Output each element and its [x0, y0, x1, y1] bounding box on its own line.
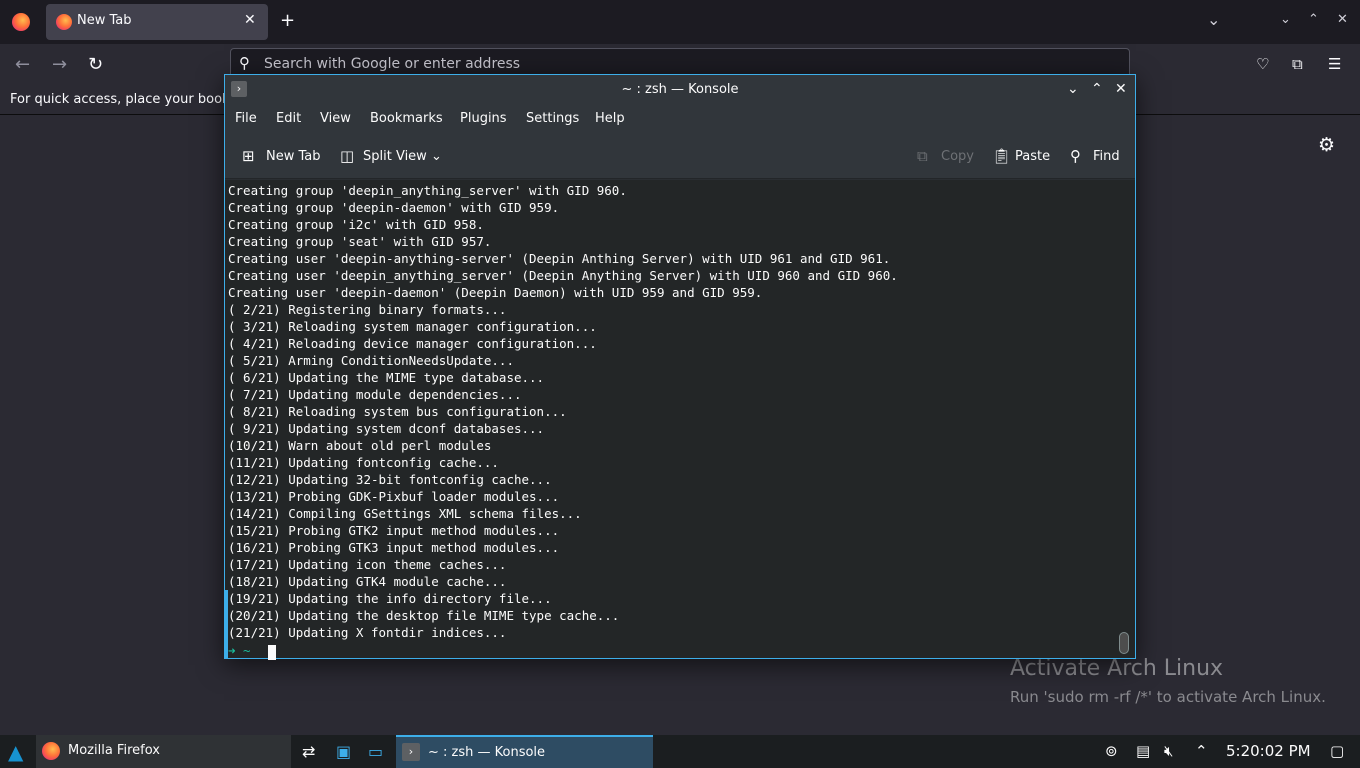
- copy-icon[interactable]: ⧉: [917, 147, 928, 165]
- chevron-up-icon[interactable]: ⌃: [1195, 742, 1208, 760]
- tab-new-tab[interactable]: New Tab ✕: [46, 4, 268, 40]
- konsole-titlebar[interactable]: › ~ : zsh — Konsole ⌄ ⌃ ✕: [225, 75, 1135, 105]
- terminal-line: (20/21) Updating the desktop file MIME t…: [228, 608, 620, 623]
- hamburger-menu-icon[interactable]: ☰: [1328, 55, 1341, 73]
- url-placeholder: Search with Google or enter address: [264, 56, 521, 72]
- activate-subtitle: Run 'sudo rm -rf /*' to activate Arch Li…: [1010, 688, 1326, 706]
- show-desktop-icon[interactable]: ▢: [1330, 742, 1344, 760]
- maximize-icon[interactable]: ⌃: [1091, 81, 1103, 97]
- paste-icon[interactable]: 📋︎: [992, 147, 1011, 165]
- terminal-line: ( 7/21) Updating module dependencies...: [228, 387, 522, 402]
- gear-icon[interactable]: ⚙: [1318, 134, 1335, 156]
- terminal-line: Creating user 'deepin_anything_server' (…: [228, 268, 898, 283]
- menu-settings[interactable]: Settings: [526, 111, 579, 126]
- terminal-line: ( 3/21) Reloading system manager configu…: [228, 319, 597, 334]
- search-icon[interactable]: ⚲: [1070, 147, 1081, 165]
- search-icon: ⚲: [239, 54, 250, 72]
- extensions-icon[interactable]: ⧉: [1292, 55, 1303, 73]
- terminal-line: ( 8/21) Reloading system bus configurati…: [228, 404, 567, 419]
- list-all-tabs-icon[interactable]: ⌄: [1207, 10, 1220, 29]
- find-button[interactable]: Find: [1093, 149, 1120, 164]
- arrow-left-icon[interactable]: ←: [15, 54, 30, 75]
- taskbar-konsole-label: ~ : zsh — Konsole: [428, 745, 546, 760]
- paste-button[interactable]: Paste: [1015, 149, 1050, 164]
- volume-muted-icon[interactable]: 🔇︎: [1164, 742, 1173, 760]
- terminal-line: Creating user 'deepin-daemon' (Deepin Da…: [228, 285, 763, 300]
- minimize-icon[interactable]: ⌄: [1280, 12, 1291, 27]
- firefox-tab-bar: New Tab ✕ + ⌄ ⌄ ⌃ ✕: [0, 0, 1360, 44]
- close-window-icon[interactable]: ✕: [1337, 12, 1348, 27]
- terminal-line: ( 6/21) Updating the MIME type database.…: [228, 370, 545, 385]
- konsole-window: › ~ : zsh — Konsole ⌄ ⌃ ✕ File Edit View…: [224, 74, 1136, 660]
- terminal-line: ( 4/21) Reloading device manager configu…: [228, 336, 597, 351]
- new-tab-button[interactable]: New Tab: [266, 149, 321, 164]
- terminal-line: (16/21) Probing GTK3 input method module…: [228, 540, 560, 555]
- taskbar-firefox-label: Mozilla Firefox: [68, 743, 160, 758]
- konsole-title: ~ : zsh — Konsole: [621, 82, 739, 97]
- split-view-button[interactable]: Split View: [363, 149, 427, 164]
- terminal-output: Creating group 'deepin_anything_server' …: [228, 182, 898, 641]
- terminal-line: Creating group 'deepin-daemon' with GID …: [228, 200, 560, 215]
- clipboard-icon[interactable]: ▤: [1136, 742, 1150, 760]
- scrollbar[interactable]: [1119, 632, 1129, 654]
- terminal-line: (17/21) Updating icon theme caches...: [228, 557, 507, 572]
- terminal-area[interactable]: Creating group 'deepin_anything_server' …: [225, 180, 1135, 660]
- discover-store-icon[interactable]: ▣: [336, 742, 351, 761]
- terminal-line: (12/21) Updating 32-bit fontconfig cache…: [228, 472, 552, 487]
- taskbar-konsole[interactable]: › ~ : zsh — Konsole: [396, 735, 653, 768]
- file-manager-icon[interactable]: ▭: [368, 742, 383, 761]
- reload-icon[interactable]: ↻: [88, 54, 103, 75]
- maximize-icon[interactable]: ⌃: [1308, 12, 1319, 27]
- terminal-line: (21/21) Updating X fontdir indices...: [228, 625, 507, 640]
- arrow-right-icon[interactable]: →: [52, 54, 67, 75]
- terminal-line: (10/21) Warn about old perl modules: [228, 438, 492, 453]
- close-tab-icon[interactable]: ✕: [244, 12, 256, 28]
- copy-button[interactable]: Copy: [941, 149, 974, 164]
- menu-bookmarks[interactable]: Bookmarks: [370, 111, 443, 126]
- menu-edit[interactable]: Edit: [276, 111, 301, 126]
- clock[interactable]: 5:20:02 PM: [1226, 742, 1311, 760]
- tab-title: New Tab: [77, 13, 132, 28]
- menu-plugins[interactable]: Plugins: [460, 111, 507, 126]
- taskbar-firefox[interactable]: Mozilla Firefox: [36, 735, 291, 768]
- terminal-line: Creating group 'i2c' with GID 958.: [228, 217, 484, 232]
- shell-prompt: ➜ ~: [228, 643, 251, 658]
- menu-view[interactable]: View: [320, 111, 351, 126]
- terminal-line: ( 2/21) Registering binary formats...: [228, 302, 507, 317]
- terminal-line: Creating group 'seat' with GID 957.: [228, 234, 492, 249]
- terminal-line: (14/21) Compiling GSettings XML schema f…: [228, 506, 582, 521]
- terminal-line: Creating group 'deepin_anything_server' …: [228, 183, 627, 198]
- terminal-line: (15/21) Probing GTK2 input method module…: [228, 523, 560, 538]
- minimize-icon[interactable]: ⌄: [1067, 81, 1079, 97]
- arch-launcher-icon[interactable]: ▲: [8, 740, 23, 764]
- chevron-down-icon[interactable]: ⌄: [431, 149, 442, 164]
- terminal-line: (19/21) Updating the info directory file…: [228, 591, 552, 606]
- terminal-line: ( 5/21) Arming ConditionNeedsUpdate...: [228, 353, 514, 368]
- text-cursor: [268, 645, 276, 660]
- taskbar: ▲ Mozilla Firefox ⇄ ▣ ▭ › ~ : zsh — Kons…: [0, 735, 1360, 768]
- update-icon[interactable]: ⊚: [1105, 742, 1118, 760]
- terminal-line: (11/21) Updating fontconfig cache...: [228, 455, 499, 470]
- terminal-line: (18/21) Updating GTK4 module cache...: [228, 574, 507, 589]
- firefox-icon: [42, 742, 60, 760]
- konsole-toolbar: ⊞ New Tab ◫ Split View ⌄ ⧉ Copy 📋︎ Paste…: [225, 133, 1135, 179]
- firefox-tab-icon: [56, 14, 72, 30]
- new-tab-icon[interactable]: ⊞: [242, 147, 255, 165]
- new-tab-icon[interactable]: +: [280, 11, 295, 31]
- menu-file[interactable]: File: [235, 111, 257, 126]
- konsole-menubar: File Edit View Bookmarks Plugins Setting…: [225, 105, 1135, 133]
- terminal-line: (13/21) Probing GDK-Pixbuf loader module…: [228, 489, 560, 504]
- terminal-line: Creating user 'deepin-anything-server' (…: [228, 251, 891, 266]
- terminal-line: ( 9/21) Updating system dconf databases.…: [228, 421, 545, 436]
- close-icon[interactable]: ✕: [1115, 81, 1127, 97]
- pocket-icon[interactable]: ♡: [1256, 55, 1269, 73]
- terminal-icon: ›: [402, 743, 420, 761]
- split-view-icon[interactable]: ◫: [340, 147, 354, 165]
- desktop-switcher-icon[interactable]: ⇄: [302, 742, 315, 761]
- firefox-logo-icon[interactable]: [12, 13, 30, 31]
- menu-help[interactable]: Help: [595, 111, 625, 126]
- activate-title: Activate Arch Linux: [1010, 656, 1224, 681]
